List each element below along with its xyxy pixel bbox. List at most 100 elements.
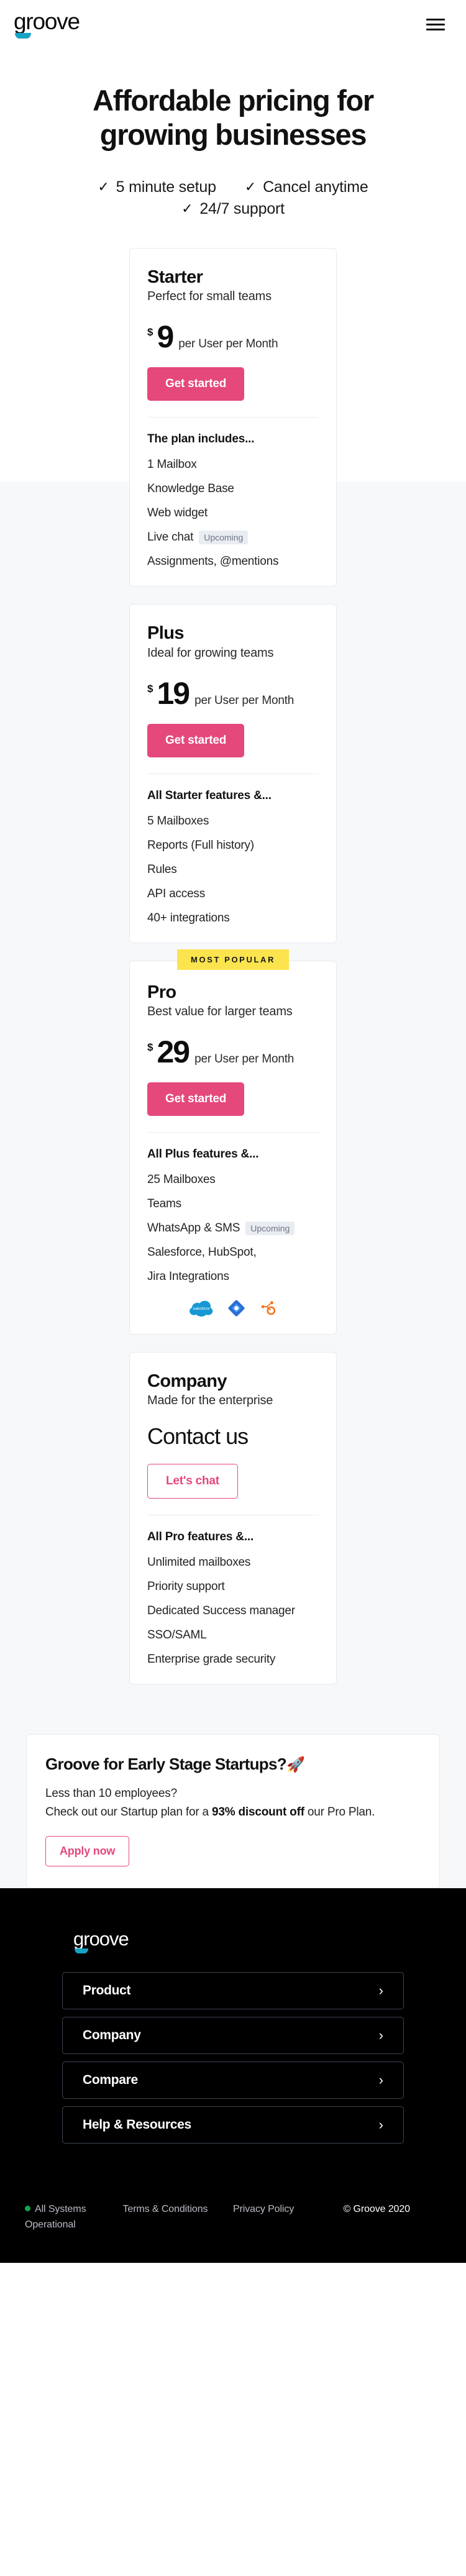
privacy-link[interactable]: Privacy Policy [233,2202,344,2233]
currency-symbol: $ [147,1041,153,1053]
features-heading: All Pro features &... [147,1530,254,1543]
feature-label: Dedicated Success manager [147,1604,295,1617]
plan-price: $ 9 per User per Month [147,321,319,352]
hero-check-item: ✓ 5 minute setup [98,178,216,196]
hamburger-bar [426,28,445,30]
feature-label: 1 Mailbox [147,458,197,472]
footer-section-company[interactable]: Company › [62,2017,404,2055]
feature-item: 40+ integrations [147,911,319,925]
chevron-right-icon: › [378,2117,383,2133]
startup-banner: Groove for Early Stage Startups?🚀 Less t… [26,1733,440,1889]
upcoming-badge: Upcoming [199,531,249,545]
apply-now-button[interactable]: Apply now [45,1836,130,1867]
status-dot-icon [25,2206,30,2212]
startup-line-1: Less than 10 employees? [45,1786,177,1800]
card-divider [147,417,319,418]
logo-smile-icon [15,32,31,39]
get-started-button[interactable]: Get started [147,723,245,757]
feature-item: SSO/SAML [147,1628,319,1642]
get-started-button[interactable]: Get started [147,367,245,401]
feature-item: Dedicated Success manager [147,1604,319,1618]
pricing-card-starter: Starter Perfect for small teams $ 9 per … [129,247,337,587]
feature-label: 40+ integrations [147,911,230,925]
footer-section-compare[interactable]: Compare › [62,2062,404,2099]
pricing-card-pro: MOST POPULAR Pro Best value for larger t… [129,949,337,1335]
check-icon: ✓ [98,179,109,195]
copyright: © Groove 2020 [344,2202,454,2233]
plan-tagline: Perfect for small teams [147,290,272,304]
hero-check-label: 24/7 support [199,199,285,217]
card-divider [147,1131,319,1133]
lets-chat-button[interactable]: Let's chat [147,1463,238,1499]
terms-link[interactable]: Terms & Conditions [123,2202,234,2233]
feature-item: 25 Mailboxes [147,1173,319,1187]
feature-label: 25 Mailboxes [147,1172,216,1186]
feature-item: WhatsApp & SMS Upcoming [147,1221,319,1235]
startup-discount: 93% discount off [212,1806,304,1819]
footer-logo-smile-icon [75,1948,88,1954]
pricing-card-company: Company Made for the enterprise Contact … [129,1351,337,1684]
footer-section-product[interactable]: Product › [62,1972,404,2010]
price-period: per User per Month [178,337,278,351]
features-heading: All Starter features &... [147,788,272,802]
startup-line-2-after: our Pro Plan. [304,1806,375,1819]
footer-logo[interactable]: groove [73,1929,129,1954]
feature-label: Reports (Full history) [147,838,254,852]
feature-item: Assignments, @mentions [147,555,319,569]
feature-label: WhatsApp & SMS [147,1221,240,1235]
jira-icon [228,1300,245,1317]
feature-label: Jira Integrations [147,1269,229,1283]
groove-logo[interactable]: groove [14,10,80,39]
plan-tagline: Made for the enterprise [147,1394,273,1408]
feature-item: Enterprise grade security [147,1653,319,1666]
footer-accordion-list: Product › Company › Compare › Help & Res… [0,1972,466,2144]
feature-label: Web widget [147,506,208,520]
footer-section-help-resources[interactable]: Help & Resources › [62,2106,404,2144]
status-label: All Systems Operational [25,2204,86,2230]
currency-symbol: $ [147,682,153,695]
feature-item: Reports (Full history) [147,839,319,852]
feature-item: Teams [147,1197,319,1211]
hero-check-item: ✓ 24/7 support [34,200,432,218]
feature-item: Web widget [147,506,319,520]
pricing-card-plus: Plus Ideal for growing teams $ 19 per Us… [129,604,337,943]
plan-name: Pro [147,982,176,1002]
price-period: per User per Month [194,1052,295,1066]
feature-item: Unlimited mailboxes [147,1556,319,1569]
feature-item: Live chat Upcoming [147,531,319,545]
feature-label: Salesforce, HubSpot, [147,1245,257,1259]
feature-label: Unlimited mailboxes [147,1555,251,1569]
feature-label: API access [147,887,206,900]
hamburger-icon[interactable] [426,16,445,34]
terms-label: Terms & Conditions [122,2204,208,2215]
footer-bottom-bar: All Systems Operational Terms & Conditio… [0,2151,466,2233]
currency-symbol: $ [147,326,153,339]
hamburger-bar [426,18,445,21]
get-started-button[interactable]: Get started [147,1082,245,1116]
hero-check-list: ✓ 5 minute setup ✓ Cancel anytime ✓ 24/7… [34,178,432,218]
feature-item: API access [147,887,319,901]
plan-name: Plus [147,623,184,644]
footer-section-label: Product [83,1983,131,1998]
plan-name: Starter [147,267,203,287]
startup-title-text: Groove for Early Stage Startups? [45,1754,287,1773]
salesforce-icon: salesforce [190,1300,213,1317]
feature-item: 1 Mailbox [147,458,319,472]
feature-label: Rules [147,862,177,876]
system-status[interactable]: All Systems Operational [12,2202,123,2233]
contact-us-headline: Contact us [147,1423,249,1450]
check-icon: ✓ [244,179,257,195]
integration-logos: salesforce [147,1300,319,1317]
hero-check-item: ✓ Cancel anytime [245,178,368,196]
logo-text: groove [14,8,80,34]
feature-label: SSO/SAML [147,1628,207,1642]
footer-section-label: Compare [83,2073,138,2088]
upcoming-badge: Upcoming [245,1221,295,1235]
site-footer: groove Product › Company › Compare › Hel… [0,1888,466,2263]
plan-price: $ 19 per User per Month [147,678,319,709]
feature-label: Priority support [147,1579,225,1593]
chevron-right-icon: › [378,1983,383,1999]
startup-line-2-before: Check out our Startup plan for a [45,1806,212,1819]
privacy-label: Privacy Policy [233,2204,295,2215]
price-amount: 19 [157,675,190,711]
